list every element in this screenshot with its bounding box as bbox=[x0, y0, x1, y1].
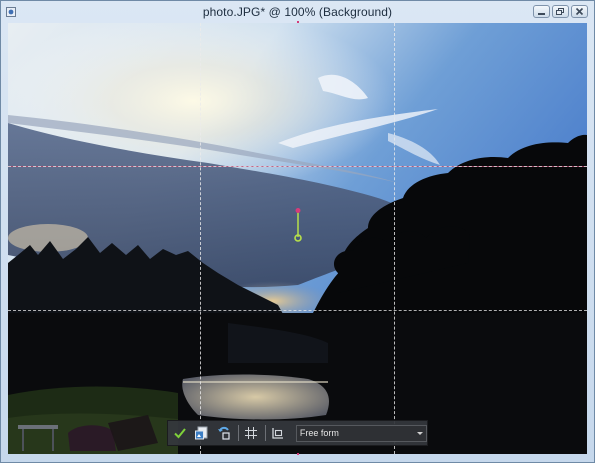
chevron-down-icon bbox=[417, 431, 424, 435]
crop-toolbar: Free form bbox=[167, 420, 428, 446]
image-window: photo.JPG* @ 100% (Background) Free form bbox=[0, 0, 595, 463]
window-controls bbox=[533, 5, 588, 18]
crop-handle-top[interactable] bbox=[297, 21, 299, 23]
grid-icon bbox=[245, 427, 258, 439]
crop-preset-value: Free form bbox=[299, 427, 339, 438]
crop-as-new-image-button[interactable] bbox=[193, 423, 212, 443]
image-canvas[interactable]: Free form bbox=[8, 23, 587, 454]
rotate-crop-icon bbox=[218, 426, 231, 440]
crop-handle-bottom[interactable] bbox=[297, 453, 299, 455]
minimize-icon bbox=[538, 13, 545, 15]
rotate-handle[interactable] bbox=[292, 207, 304, 243]
window-titlebar[interactable]: photo.JPG* @ 100% (Background) bbox=[1, 1, 594, 23]
straighten-guide-line bbox=[8, 166, 587, 167]
crop-preset-dropdown[interactable]: Free form bbox=[295, 424, 428, 442]
restore-button[interactable] bbox=[552, 5, 569, 18]
close-button[interactable] bbox=[571, 5, 588, 18]
checkmark-icon bbox=[174, 428, 187, 439]
crop-new-image-icon bbox=[195, 426, 208, 440]
toolbar-separator bbox=[237, 425, 239, 441]
snap-to-layer-button[interactable] bbox=[269, 423, 288, 443]
close-icon bbox=[575, 7, 584, 16]
minimize-button[interactable] bbox=[533, 5, 550, 18]
toolbar-separator bbox=[264, 425, 266, 441]
snap-to-layer-icon bbox=[272, 428, 284, 439]
rotate-crop-button[interactable] bbox=[215, 423, 234, 443]
window-title: photo.JPG* @ 100% (Background) bbox=[202, 5, 393, 19]
commit-crop-button[interactable] bbox=[171, 423, 190, 443]
restore-icon bbox=[556, 8, 564, 15]
grid-toggle-button[interactable] bbox=[242, 423, 261, 443]
